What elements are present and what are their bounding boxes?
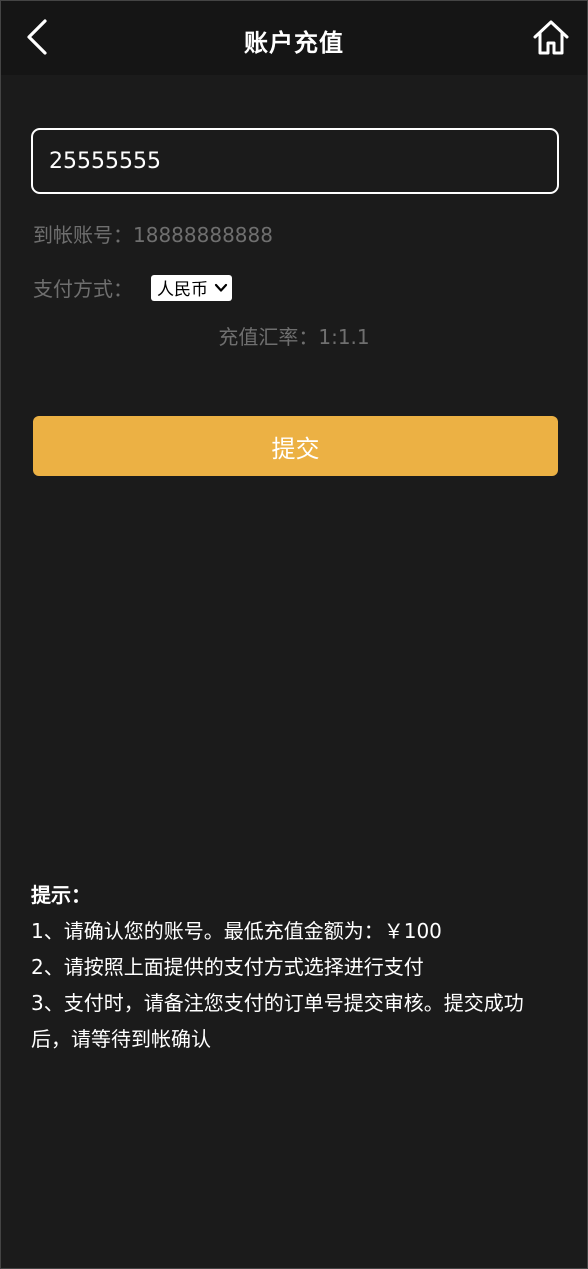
tips-section: 提示： 1、请确认您的账号。最低充值金额为：￥100 2、请按照上面提供的支付方… — [31, 877, 561, 1057]
account-label: 到帐账号： — [33, 223, 133, 247]
tips-title: 提示： — [31, 883, 91, 907]
account-row: 到帐账号：18888888888 — [33, 219, 273, 248]
top-bar: 账户充值 — [1, 1, 587, 75]
home-button[interactable] — [531, 15, 571, 59]
amount-input[interactable] — [31, 128, 559, 194]
payment-select[interactable]: 人民币 — [151, 274, 232, 301]
home-icon — [533, 20, 569, 55]
exchange-rate: 充值汇率：1:1.1 — [1, 321, 587, 350]
rate-label: 充值汇率： — [218, 325, 319, 349]
payment-selected-value: 人民币 — [157, 280, 208, 300]
payment-row: 支付方式： 人民币 — [33, 273, 232, 302]
rate-value: 1:1.1 — [318, 325, 370, 349]
chevron-down-icon — [214, 283, 228, 292]
tip-item: 2、请按照上面提供的支付方式选择进行支付 — [31, 955, 424, 979]
payment-label: 支付方式： — [33, 277, 133, 301]
account-value: 18888888888 — [133, 223, 273, 247]
tip-item: 3、支付时，请备注您支付的订单号提交审核。提交成功后，请等待到帐确认 — [31, 991, 524, 1051]
submit-button[interactable]: 提交 — [33, 416, 558, 476]
tip-item: 1、请确认您的账号。最低充值金额为：￥100 — [31, 919, 442, 943]
page-title: 账户充值 — [244, 29, 344, 57]
